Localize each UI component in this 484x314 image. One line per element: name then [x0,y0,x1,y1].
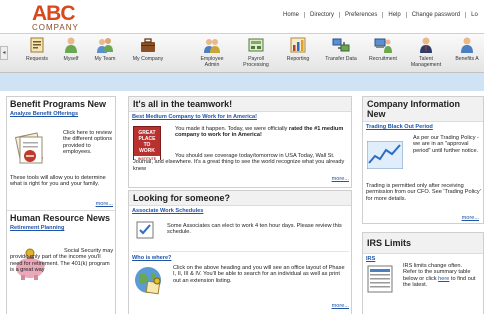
nav-reporting[interactable]: Reporting [280,36,316,62]
home-link[interactable]: Home [278,12,304,18]
nav-talent-management[interactable]: Talent Management [406,36,446,68]
nav-label: Recruitment [369,56,397,62]
trading-black-out-period-link[interactable]: Trading Black Out Period [363,122,483,133]
transfer-icon [332,38,350,52]
nav-employee-admin[interactable]: Employee Admin [192,36,232,68]
logo-name: ABC [32,2,76,25]
who-is-where-more-link[interactable]: more... [309,303,349,309]
hr-news-section: Human Resource News Retirement Planning … [7,213,115,280]
person-icon [65,37,77,53]
nav-benefits[interactable]: Benefits A [450,36,484,62]
benefit-more-link[interactable]: more... [77,201,113,207]
nav-label: Payroll Processing [243,56,269,68]
retirement-planning-link[interactable]: Retirement Planning [7,223,115,234]
company-logo[interactable]: ABC COMPANY [32,2,80,35]
main-toolbar: ◂ Requests Myself My Team My Company Emp… [0,33,484,73]
trading-permission-text: Trading is permitted only after receivin… [366,183,481,202]
logout-link[interactable]: Lo [465,12,483,18]
nav-payroll-processing[interactable]: Payroll Processing [237,36,275,68]
recruit-icon [374,38,392,53]
nav-label: Talent Management [410,56,442,68]
office-map-image [133,265,163,295]
nav-myself[interactable]: Myself [56,36,86,62]
benefit-description: Click here to review the different optio… [63,130,113,156]
benefits-icon [461,37,473,53]
nav-label: My Team [94,56,116,62]
looking-for-someone-panel: Looking for someone? Associate Work Sche… [128,190,352,314]
trading-policy-text: As per our Trading Policy - we are in an… [413,135,479,154]
teamwork-more-link[interactable]: more... [309,176,349,182]
top-header: ABC COMPANY Home Directory Preferences H… [0,0,484,36]
company-more-link[interactable]: more... [433,215,479,221]
change-password-link[interactable]: Change password [405,12,465,18]
help-link[interactable]: Help [382,12,405,18]
payroll-icon [248,38,264,52]
irs-limits-panel: IRS Limits IRS IRS limits change often. … [362,232,484,314]
company-information-title: Company Information New [363,97,483,122]
retirement-text: Social Security may provide only part of… [10,248,114,274]
talent-icon [420,37,432,53]
stock-chart-image [366,140,404,170]
blue-band [0,73,484,91]
preferences-link[interactable]: Preferences [339,12,382,18]
irs-table-image [367,265,393,293]
associate-work-schedules-link[interactable]: Associate Work Schedules [129,206,351,217]
nav-label: Benefits A [455,56,479,62]
nav-label: Requests [26,56,48,62]
briefcase-icon [141,38,155,52]
bar-report-icon [290,37,306,53]
admin-people-icon [204,39,220,53]
directory-link[interactable]: Directory [304,12,339,18]
nav-label: Employee Admin [200,56,224,68]
divider [7,210,115,211]
looking-for-someone-title: Looking for someone? [129,191,351,206]
who-is-where-link[interactable]: Who is where? [129,253,174,264]
nav-recruitment[interactable]: Recruitment [364,36,402,62]
nav-my-company[interactable]: My Company [124,36,172,62]
irs-here-link[interactable]: here [438,276,449,282]
teamwork-announcement-text: You made it happen. Today, we were offic… [175,126,289,132]
nav-label: Reporting [286,56,310,62]
nav-my-team[interactable]: My Team [88,36,122,62]
company-information-panel: Company Information New Trading Black Ou… [362,96,484,224]
logo-subtitle: COMPANY [32,23,79,32]
nav-requests[interactable]: Requests [22,36,52,62]
benefit-documents-image [12,132,48,166]
form-icon [30,37,44,53]
best-medium-company-link[interactable]: Best Medium Company to Work for in Ameri… [129,112,351,123]
who-is-where-text: Click on the above heading and you will … [173,265,345,284]
scroll-left-arrow[interactable]: ◂ [0,46,8,60]
hr-news-title: Human Resource News [10,213,111,223]
irs-limits-text: IRS limits change often. Refer to the su… [403,263,477,289]
work-schedule-text: Some Associates can elect to work 4 ten … [167,223,342,236]
schedule-checklist-image [135,220,155,240]
nav-label: My Company [132,56,164,62]
teamwork-coverage-text: You should see coverage today/tomorrow i… [133,153,345,172]
benefit-programs-title: Benefit Programs New [10,99,107,109]
teamwork-panel: It's all in the teamwork! Best Medium Co… [128,96,352,188]
irs-limits-title: IRS Limits [363,233,483,254]
nav-label: Myself [63,56,79,62]
team-icon [97,38,113,53]
left-column: Benefit Programs New Analyze Benefit Off… [6,96,116,314]
nav-label: Transfer Data [325,56,357,62]
top-links: Home Directory Preferences Help Change p… [278,8,483,22]
divider [133,251,349,252]
teamwork-announcement: You made it happen. Today, we were offic… [175,126,349,139]
nav-transfer-data[interactable]: Transfer Data [320,36,362,62]
benefit-tools-text: These tools will allow you to determine … [10,175,106,188]
benefit-programs-section: Benefit Programs New Analyze Benefit Off… [7,97,115,207]
analyze-benefit-offerings-link[interactable]: Analyze Benefit Offerings [7,109,115,120]
teamwork-title: It's all in the teamwork! [129,97,351,112]
